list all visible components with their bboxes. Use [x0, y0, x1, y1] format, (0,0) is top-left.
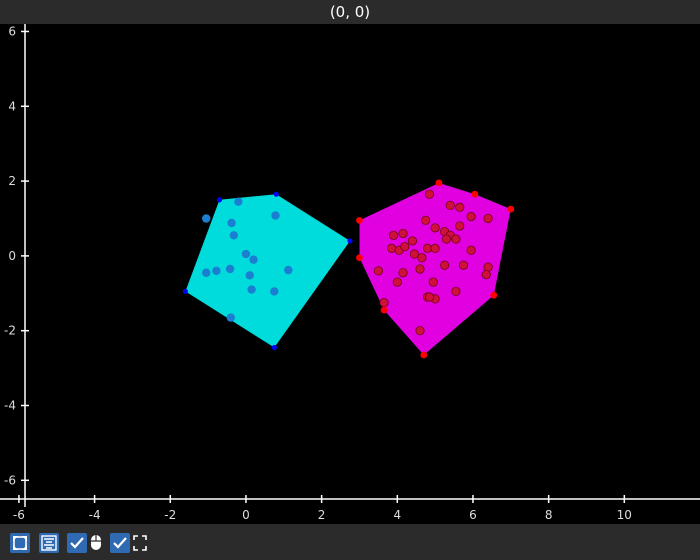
hull-vertex	[471, 190, 479, 198]
data-point	[247, 285, 256, 294]
y-tick-label: 2	[8, 174, 16, 188]
x-tick-label: 2	[318, 508, 326, 522]
data-point	[455, 221, 465, 231]
hull-vertex	[380, 306, 388, 314]
y-tick-label: 6	[8, 24, 16, 38]
data-point	[241, 249, 251, 259]
data-point	[466, 212, 476, 222]
y-tick-label: -2	[4, 324, 16, 338]
x-tick-label: 4	[393, 508, 401, 522]
data-point	[445, 200, 455, 210]
window-title: (0, 0)	[0, 0, 700, 24]
data-point	[483, 213, 493, 224]
data-point	[212, 266, 221, 276]
hull-vertex	[273, 191, 279, 197]
data-point	[428, 277, 438, 287]
data-point	[398, 228, 408, 239]
data-point	[227, 218, 236, 228]
hull-vertex	[271, 344, 277, 351]
data-point	[373, 266, 383, 276]
data-point	[458, 260, 469, 270]
data-point	[441, 234, 452, 244]
y-tick-label: 4	[8, 99, 16, 113]
data-point	[249, 255, 258, 264]
data-point	[271, 211, 280, 220]
data-point	[424, 292, 435, 302]
hull-vertex	[347, 238, 353, 244]
data-point	[284, 265, 293, 275]
data-point	[398, 268, 408, 278]
data-point	[226, 313, 236, 322]
hull-vertex	[356, 254, 363, 262]
hull-vertex	[356, 216, 363, 224]
data-point	[430, 223, 440, 233]
hull-vertex	[507, 205, 515, 213]
data-point	[234, 197, 243, 206]
data-point	[229, 231, 239, 240]
data-point	[481, 269, 491, 280]
x-tick-label: -4	[89, 508, 101, 522]
data-point	[225, 264, 235, 274]
align-icon[interactable]	[39, 533, 59, 553]
autoscale-icon[interactable]	[10, 533, 30, 553]
hull-vertex	[182, 288, 189, 295]
x-tick-label: 8	[545, 508, 553, 522]
data-point	[483, 262, 493, 272]
data-point	[409, 249, 419, 259]
data-point	[270, 287, 279, 296]
data-point	[424, 189, 435, 199]
x-tick-label: 6	[469, 508, 477, 522]
y-tick-label: 0	[8, 249, 16, 263]
data-point	[379, 298, 389, 308]
data-point	[407, 236, 418, 246]
fullscreen-toggle-checkbox[interactable]	[110, 533, 130, 553]
data-point	[202, 214, 211, 223]
data-point	[415, 264, 425, 274]
data-point	[422, 243, 433, 254]
y-tick-label: -6	[4, 473, 16, 487]
data-point	[466, 245, 476, 255]
fullscreen-icon	[132, 533, 150, 553]
x-tick-label: -6	[13, 508, 25, 522]
data-point	[245, 271, 254, 280]
plot-toolbar	[0, 524, 700, 560]
data-point	[400, 241, 410, 252]
hull-vertex	[490, 291, 498, 299]
x-tick-label: 0	[242, 508, 250, 522]
data-point	[417, 253, 427, 263]
x-tick-label: -2	[164, 508, 176, 522]
data-point	[451, 234, 461, 244]
data-point	[430, 243, 440, 254]
mouse-toggle-checkbox[interactable]	[67, 533, 87, 553]
hull-vertex	[435, 179, 443, 187]
mouse-icon	[89, 533, 107, 553]
data-point	[439, 260, 450, 270]
data-point	[388, 230, 399, 240]
data-point	[455, 202, 465, 212]
y-tick-label: -4	[4, 398, 16, 412]
x-tick-label: 10	[617, 508, 632, 522]
hull-vertex	[216, 197, 223, 203]
data-point	[421, 215, 431, 225]
data-point	[415, 326, 425, 336]
data-point	[387, 243, 397, 254]
data-point	[451, 286, 461, 297]
data-point	[392, 277, 402, 287]
axes: -6 -4 -2 0 2 4 6 8 10 -6 -4 -2 0 2 4 6	[0, 24, 700, 522]
scatter-plot[interactable]: -6 -4 -2 0 2 4 6 8 10 -6 -4 -2 0 2 4 6	[0, 24, 700, 524]
data-point	[202, 268, 211, 277]
hull-vertex	[420, 351, 428, 359]
